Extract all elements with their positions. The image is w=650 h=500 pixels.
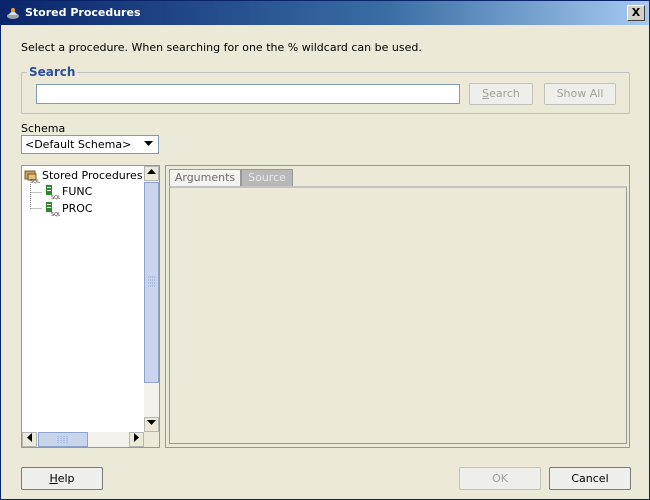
close-button[interactable]: X [627, 5, 645, 21]
help-button[interactable]: Help [21, 467, 103, 490]
scroll-left-button[interactable] [22, 432, 37, 447]
scroll-right-button[interactable] [129, 432, 144, 447]
schema-selected-value: <Default Schema> [25, 138, 132, 151]
ok-button[interactable]: OK [459, 467, 541, 490]
svg-text:SQL: SQL [51, 195, 60, 200]
arrow-up-icon [147, 169, 156, 174]
tab-source[interactable]: Source [241, 169, 293, 186]
tab-arguments[interactable]: Arguments [169, 169, 241, 186]
show-all-label: Show All [556, 87, 604, 100]
app-icon [5, 5, 21, 21]
scroll-up-button[interactable] [144, 166, 159, 181]
sql-procedure-icon: SQL [44, 184, 61, 201]
tree-item-label: PROC [62, 202, 93, 215]
grip-icon [148, 276, 155, 287]
instructions-text: Select a procedure. When searching for o… [21, 41, 422, 54]
chevron-down-icon[interactable] [141, 137, 156, 152]
scrollbar-corner [144, 432, 159, 447]
vertical-scroll-thumb[interactable] [144, 182, 159, 383]
arrow-down-icon [147, 420, 156, 425]
arrow-right-icon [133, 433, 139, 442]
close-icon: X [631, 6, 641, 19]
svg-text:SQL: SQL [51, 212, 60, 217]
arrow-left-icon [26, 433, 32, 442]
schema-label: Schema [21, 122, 66, 135]
tree-root[interactable]: SQL Stored Procedures [24, 168, 144, 185]
tab-content-area [169, 186, 627, 444]
tree-item-label: FUNC [62, 185, 93, 198]
search-input[interactable] [36, 84, 460, 104]
search-group-label: Search [27, 65, 78, 79]
tree-horizontal-scrollbar[interactable] [22, 432, 144, 447]
scroll-down-button[interactable] [144, 417, 159, 432]
sql-procedure-icon: SQL [44, 201, 61, 218]
stored-procedures-dialog: Stored Procedures X Select a procedure. … [0, 0, 650, 500]
show-all-button[interactable]: Show All [544, 83, 616, 105]
tree-vertical-scrollbar[interactable] [144, 166, 159, 432]
tree-connector-lines [30, 184, 42, 209]
schema-dropdown[interactable]: <Default Schema> [21, 135, 159, 154]
grip-icon [57, 436, 68, 443]
cancel-button[interactable]: Cancel [549, 467, 631, 490]
tree-item[interactable]: SQL PROC [44, 201, 114, 218]
stored-procedures-folder-icon: SQL [24, 168, 40, 185]
search-button[interactable]: Search [469, 83, 533, 105]
procedure-tree[interactable]: SQL Stored Procedures SQL FUNC SQL PROC [21, 165, 160, 448]
tree-item[interactable]: SQL FUNC [44, 184, 114, 201]
horizontal-scroll-thumb[interactable] [38, 432, 88, 447]
window-title: Stored Procedures [25, 6, 141, 19]
title-bar[interactable]: Stored Procedures X [1, 1, 649, 25]
tree-root-label: Stored Procedures [42, 169, 143, 182]
